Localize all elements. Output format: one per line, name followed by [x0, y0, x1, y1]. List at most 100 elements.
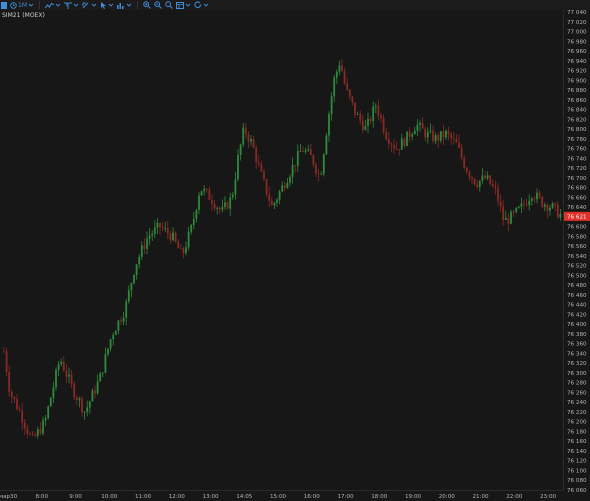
- candle-body: [289, 176, 291, 183]
- candle-body: [205, 188, 208, 190]
- candle-body: [387, 139, 390, 144]
- candle-body: [416, 124, 419, 131]
- price-tick-label: 76 720: [567, 166, 587, 172]
- candle-body: [406, 131, 408, 147]
- candle-body: [99, 373, 102, 382]
- candle-body: [34, 434, 37, 436]
- current-price-tag: 76 621: [564, 211, 590, 221]
- price-tick-label: 76 540: [567, 254, 587, 260]
- candle-body: [473, 178, 476, 185]
- candle-body: [218, 207, 221, 210]
- price-tick-label: 76 600: [567, 225, 587, 231]
- candle-body: [192, 218, 195, 226]
- candle-body: [18, 409, 21, 411]
- candle-body: [29, 433, 31, 435]
- candle-body: [556, 204, 559, 218]
- candle-body: [393, 144, 395, 149]
- time-tick-label: мар30: [0, 494, 18, 500]
- candle-body: [304, 150, 307, 152]
- candle-body: [455, 138, 458, 143]
- time-tick-label: 21:00: [472, 494, 489, 500]
- price-tick-label: 76 160: [567, 439, 587, 445]
- candle-body: [382, 118, 385, 132]
- candle-body: [546, 204, 549, 211]
- time-tick-label: 8:00: [35, 494, 48, 500]
- price-tick-label: 76 780: [567, 137, 587, 143]
- candle-body: [486, 175, 489, 179]
- candle-body: [234, 179, 237, 195]
- candle-body: [499, 201, 502, 207]
- candle-body: [380, 115, 382, 119]
- candle-body: [73, 383, 76, 398]
- candle-body: [525, 204, 528, 206]
- price-tick-label: 76 240: [567, 400, 587, 406]
- candle-body: [322, 154, 325, 174]
- price-chart[interactable]: 77 040 77 020 77 000 76 980 76 960 76 940 76 9…: [0, 0, 590, 501]
- candle-body: [559, 213, 562, 218]
- candle-body: [60, 361, 63, 365]
- price-tick-label: 76 640: [567, 205, 587, 211]
- candle-body: [478, 180, 481, 187]
- price-tick-label: 76 760: [567, 147, 587, 153]
- candle-body: [237, 154, 239, 180]
- candle-body: [283, 185, 286, 188]
- candle-body: [148, 235, 151, 239]
- candle-body: [23, 422, 26, 429]
- time-tick-label: 13:00: [202, 494, 219, 500]
- candle-body: [445, 130, 447, 138]
- candle-body: [312, 155, 315, 165]
- candle-body: [156, 222, 159, 228]
- candle-body: [13, 397, 16, 400]
- time-tick-label: 23:00: [540, 494, 557, 500]
- price-tick-label: 76 980: [567, 39, 587, 45]
- candle-body: [75, 397, 78, 400]
- candle-body: [434, 135, 437, 142]
- candle-body: [151, 233, 154, 236]
- candle-body: [426, 131, 429, 138]
- candle-body: [265, 179, 268, 195]
- candle-body: [348, 89, 351, 97]
- candle-body: [554, 203, 557, 205]
- candle-body: [55, 369, 57, 388]
- time-tick-label: 9:00: [69, 494, 82, 500]
- candle-body: [200, 191, 203, 196]
- price-tick-label: 76 880: [567, 88, 587, 94]
- candle-body: [133, 274, 135, 284]
- candle-body: [255, 147, 258, 163]
- price-axis[interactable]: 77 040 77 020 77 000 76 980 76 960 76 940 76 9…: [563, 10, 590, 501]
- time-axis[interactable]: мар30 8:00 9:00 10:00 11:00 12:00 13:00 14:05 15…: [0, 490, 563, 501]
- candle-body: [549, 207, 551, 211]
- candle-body: [450, 134, 453, 139]
- price-tick-label: 76 840: [567, 108, 587, 114]
- candle-body: [302, 150, 304, 152]
- candle-body: [231, 194, 234, 198]
- candle-body: [333, 77, 336, 97]
- candle-body: [520, 203, 523, 207]
- candle-body: [221, 206, 224, 210]
- candle-body: [504, 218, 507, 221]
- candle-body: [107, 348, 109, 355]
- candle-body: [250, 139, 252, 142]
- time-tick-label: 15:00: [270, 494, 287, 500]
- price-tick-label: 76 900: [567, 78, 587, 84]
- time-tick-label: 19:00: [405, 494, 422, 500]
- candle-body: [135, 264, 138, 275]
- candle-body: [317, 173, 320, 175]
- candle-body: [517, 206, 520, 208]
- candle-body: [39, 429, 42, 434]
- candle-body: [543, 204, 546, 207]
- price-tick-label: 76 480: [567, 283, 587, 289]
- candle-body: [536, 192, 538, 200]
- candle-body: [224, 202, 226, 207]
- candle-body: [164, 227, 167, 229]
- candle-body: [403, 138, 406, 147]
- candle-body: [42, 420, 44, 434]
- price-tick-label: 76 700: [567, 176, 587, 182]
- candle-body: [465, 167, 468, 173]
- price-tick-label: 76 500: [567, 273, 587, 279]
- candle-body: [372, 106, 375, 122]
- candle-body: [385, 131, 388, 140]
- candle-body: [341, 65, 343, 71]
- candle-body: [198, 195, 200, 211]
- candle-body: [510, 211, 512, 224]
